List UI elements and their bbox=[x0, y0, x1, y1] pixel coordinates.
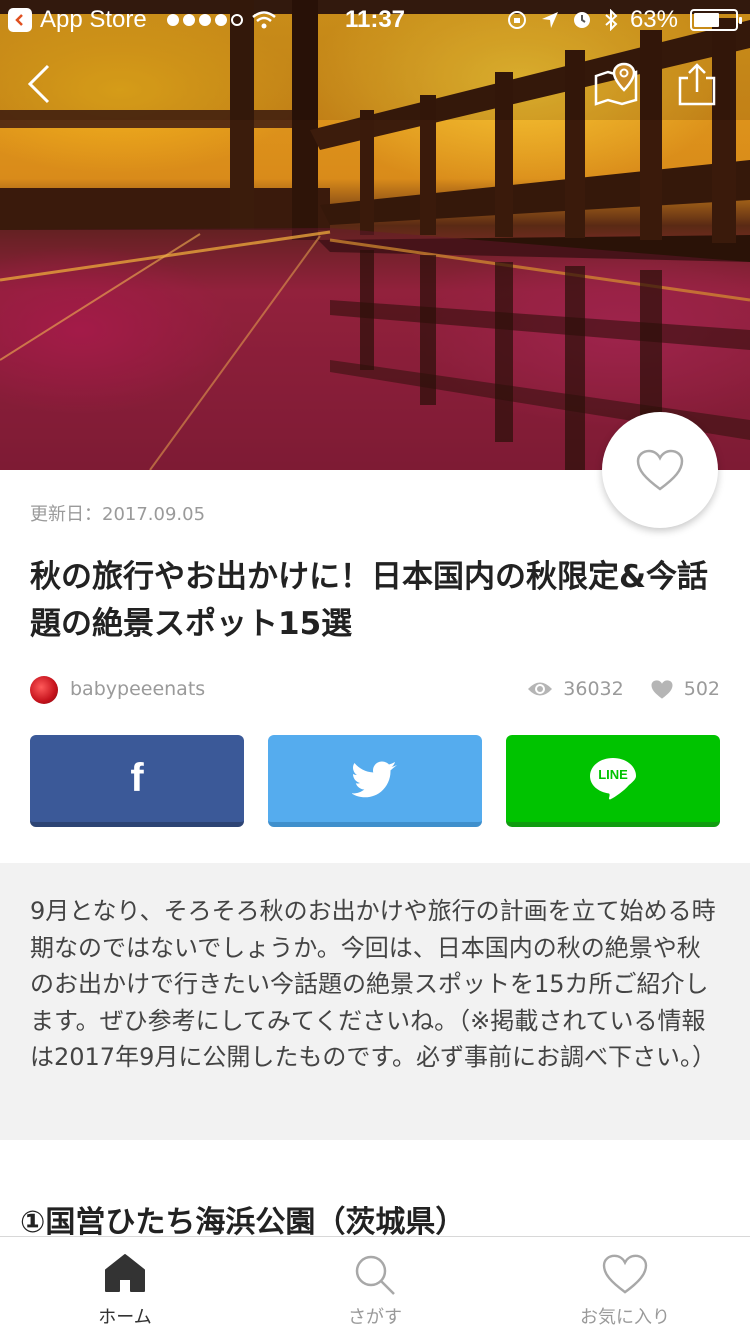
facebook-icon: f bbox=[130, 756, 144, 800]
article-stats: 36032 502 bbox=[527, 678, 720, 700]
status-right: 63% bbox=[506, 6, 742, 34]
line-share-button[interactable]: LINE bbox=[506, 735, 720, 827]
battery-percent: 63% bbox=[629, 6, 678, 33]
tab-home-label: ホーム bbox=[98, 1307, 152, 1328]
twitter-share-button[interactable] bbox=[268, 735, 482, 827]
share-buttons: f LINE bbox=[30, 735, 720, 827]
location-icon bbox=[541, 12, 558, 28]
eye-icon bbox=[528, 682, 553, 696]
tab-favorites-label: お気に入り bbox=[580, 1307, 670, 1328]
section-heading: ①国営ひたち海浜公園（茨城県） bbox=[20, 1205, 466, 1240]
heart-icon bbox=[651, 679, 673, 699]
home-icon bbox=[105, 1254, 145, 1292]
article-title: 秋の旅行やお出かけに！日本国内の秋限定&今話題の絶景スポット15選 bbox=[30, 559, 709, 642]
tab-home[interactable]: ホーム bbox=[0, 1237, 250, 1334]
tab-search-label: さがす bbox=[348, 1307, 402, 1328]
status-bar: App Store 11:37 63% bbox=[0, 0, 750, 40]
alarm-icon bbox=[573, 12, 590, 28]
author-name[interactable]: babypeeenats bbox=[70, 678, 205, 700]
chevron-left-icon[interactable] bbox=[22, 62, 62, 106]
twitter-bird-icon bbox=[352, 761, 397, 797]
line-icon: LINE bbox=[589, 756, 637, 802]
bluetooth-icon bbox=[605, 9, 618, 31]
hero-image: App Store 11:37 63% bbox=[0, 0, 750, 470]
tab-favorites[interactable]: お気に入り bbox=[500, 1237, 750, 1334]
view-count: 36032 bbox=[563, 678, 624, 700]
intro-text: 9月となり、そろそろ秋のお出かけや旅行の計画を立て始める時期なのではないでしょう… bbox=[30, 897, 716, 1071]
battery-icon bbox=[690, 9, 742, 31]
tab-search[interactable]: さがす bbox=[250, 1237, 500, 1334]
tab-bar: ホーム さがす お気に入り bbox=[0, 1236, 750, 1334]
share-icon[interactable] bbox=[674, 62, 720, 106]
search-icon bbox=[355, 1255, 395, 1295]
line-logo-text: LINE bbox=[598, 766, 628, 782]
heart-icon bbox=[636, 449, 684, 491]
like-count: 502 bbox=[683, 678, 720, 700]
avatar[interactable] bbox=[30, 676, 58, 704]
battery-fill bbox=[694, 13, 719, 27]
rotation-lock-icon bbox=[507, 11, 526, 29]
favorite-button[interactable] bbox=[602, 412, 718, 528]
intro-box: 9月となり、そろそろ秋のお出かけや旅行の計画を立て始める時期なのではないでしょう… bbox=[0, 863, 750, 1140]
updated-date: 更新日：2017.09.05 bbox=[30, 504, 206, 525]
heart-icon bbox=[602, 1254, 648, 1294]
facebook-share-button[interactable]: f bbox=[30, 735, 244, 827]
map-pin-icon[interactable] bbox=[592, 62, 640, 106]
author-row: babypeeenats 36032 502 bbox=[30, 676, 720, 706]
